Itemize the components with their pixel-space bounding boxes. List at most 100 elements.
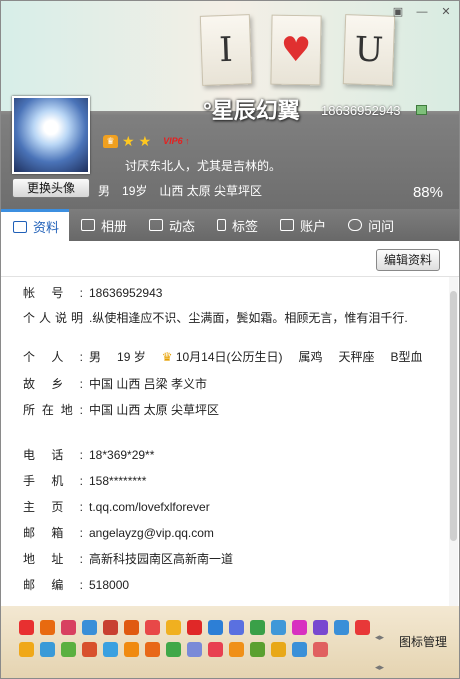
badge-icon[interactable] [82,642,97,657]
badge-icon[interactable] [250,620,265,635]
phone-label: 电话: [23,448,83,462]
birthday-value: 10月14日(公历生日) [175,350,283,364]
tab-ask[interactable]: 问问 [336,209,404,241]
badge-icon[interactable] [292,642,307,657]
mobile-row: 手机: 158******** [1,473,441,489]
change-avatar-button[interactable]: 更换头像 [12,178,90,198]
badge-icon[interactable] [145,642,160,657]
tab-tags[interactable]: 标签 [205,209,268,241]
avatar[interactable] [12,96,90,174]
scrollbar-thumb[interactable] [450,291,457,541]
personal-value: 男 19 岁 ♛ 10月14日(公历生日) 属鸡 天秤座 B型血 [89,349,423,365]
badge-icon[interactable] [82,620,97,635]
badge-icon[interactable] [313,642,328,657]
profile-details: 编辑资料 帐号: 18636952943 个人说明 .纵使相逢应不识、尘满面，鬓… [1,241,459,606]
cover-card-heart: ♥ [270,14,322,86]
cover-card-u: U [342,14,396,86]
email-row: 邮箱: angelayzg@vip.qq.com [1,525,441,541]
profile-header: I ♥ U ▣ — ✕ 更换头像 °星辰幻翼 18636952943 ♛ ★ ★… [1,1,459,209]
level-badges[interactable]: ♛ ★ ★ VIP6 ↑ [103,134,190,148]
tab-label: 账户 [300,218,327,234]
badge-icon[interactable] [187,620,202,635]
window-controls: ▣ — ✕ [391,5,453,19]
badge-icon[interactable] [313,620,328,635]
qq-number: 18636952943 [321,103,401,118]
tab-label: 动态 [169,218,196,234]
edit-profile-button[interactable]: 编辑资料 [376,249,440,271]
badge-scroll-arrows[interactable]: ◂▸ ◂▸ [375,622,384,678]
phone-value: 18*369*29** [89,448,155,462]
account-row: 帐号: 18636952943 [1,285,441,301]
homepage-row: 主页: t.qq.com/lovefxlforever [1,499,441,515]
badge-icon[interactable] [19,642,34,657]
tab-profile[interactable]: 资料 [1,209,70,241]
badge-icon[interactable] [292,620,307,635]
wallet-icon [280,219,295,231]
age-text: 19岁 [122,184,148,198]
residence-label: 所在地: [23,403,83,417]
badge-icon[interactable] [229,642,244,657]
badge-icon[interactable] [166,620,181,635]
tab-label: 问问 [368,218,395,234]
phone-row: 电话: 18*369*29** [1,447,441,463]
badge-icon[interactable] [187,642,202,657]
homepage-link[interactable]: t.qq.com/lovefxlforever [89,499,210,515]
divider [1,276,459,277]
badge-icons [19,620,379,657]
zip-label: 邮编: [23,578,83,592]
blood-type-value: B型血 [390,350,423,364]
badge-icon[interactable] [229,620,244,635]
feed-icon [149,219,164,231]
address-label: 地址: [23,552,83,566]
mobile-label: 手机: [23,474,83,488]
badge-icon[interactable] [250,642,265,657]
tab-feed[interactable]: 动态 [137,209,205,241]
hometown-value: 中国 山西 吕梁 孝义市 [89,377,208,391]
account-label: 帐号: [23,286,83,300]
star-icon: ★ [122,133,135,149]
brief-info: 男 19岁 山西 太原 尖草坪区 [98,182,262,199]
badge-icon[interactable] [103,620,118,635]
badge-icon[interactable] [124,642,139,657]
zip-row: 邮编: 518000 [1,577,441,593]
badge-icon[interactable] [19,620,34,635]
badge-icon[interactable] [271,642,286,657]
badge-icon[interactable] [61,642,76,657]
badge-icon[interactable] [61,620,76,635]
tab-account[interactable]: 账户 [268,209,336,241]
hometown-row: 故乡: 中国 山西 吕梁 孝义市 [1,376,441,392]
badge-icon[interactable] [166,642,181,657]
profile-completion: 88% [412,184,443,201]
cover-card-i: I [199,14,253,86]
skin-icon[interactable]: ▣ [391,5,405,19]
badge-icon[interactable] [40,620,55,635]
account-value: 18636952943 [89,286,163,300]
zip-value: 518000 [89,578,130,592]
star-icon: ★ [138,133,152,149]
edit-icon[interactable] [416,105,427,115]
tab-album[interactable]: 相册 [69,209,137,241]
badge-icon[interactable] [334,620,349,635]
address-value: 高新科技园南区高新南一道 [89,552,234,566]
gender-text: 男 [98,184,111,198]
personal-row: 个人: 男 19 岁 ♛ 10月14日(公历生日) 属鸡 天秤座 B型血 [1,349,441,365]
email-link[interactable]: angelayzg@vip.qq.com [89,525,214,541]
badge-icon[interactable] [271,620,286,635]
badge-icon[interactable] [355,620,370,635]
badge-icon[interactable] [145,620,160,635]
close-icon[interactable]: ✕ [439,5,453,19]
minimize-icon[interactable]: — [415,5,429,19]
mobile-value: 158******** [89,474,147,488]
personal-label: 个人: [23,350,83,364]
badge-icon[interactable] [103,642,118,657]
tab-label: 标签 [232,218,259,234]
badge-icon[interactable] [208,620,223,635]
zodiac-value: 属鸡 [298,350,323,364]
scrollbar[interactable] [449,277,458,606]
badge-icon[interactable] [124,620,139,635]
icon-manager-link[interactable]: 图标管理 [399,633,447,650]
hometown-label: 故乡: [23,377,83,391]
badge-icon[interactable] [40,642,55,657]
description-row: 个人说明 .纵使相逢应不识、尘满面，鬓如霜。相顾无言，惟有泪千行. [1,310,441,326]
badge-icon[interactable] [208,642,223,657]
